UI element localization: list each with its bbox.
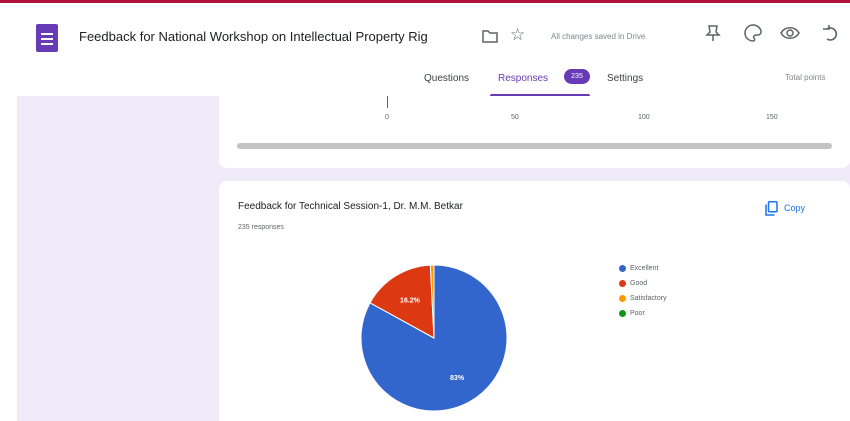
legend-color-dot — [619, 294, 626, 302]
copy-chart-button[interactable]: Copy — [765, 198, 805, 218]
star-icon[interactable]: ☆ — [510, 25, 525, 45]
legend-color-dot — [619, 309, 626, 317]
copy-icon — [765, 200, 778, 216]
question-title: Feedback for Technical Session-1, Dr. M.… — [238, 201, 463, 212]
horizontal-scrollbar[interactable] — [237, 143, 832, 149]
legend-item: Good — [619, 277, 667, 289]
previous-question-card: 0 50 100 150 — [219, 96, 850, 168]
question-card: Feedback for Technical Session-1, Dr. M.… — [219, 181, 850, 421]
legend-label: Excellent — [630, 264, 659, 272]
pie-slice-label: 16.2% — [400, 298, 421, 305]
customize-theme-icon[interactable] — [703, 23, 723, 43]
preview-eye-icon[interactable] — [780, 23, 800, 43]
pie-chart: 83% 16.2% — [360, 264, 508, 412]
total-points: Total points — [785, 73, 826, 82]
chart-axis-line — [387, 96, 388, 108]
chart-legend: Excellent Good Satisfactory Poor — [619, 262, 667, 322]
legend-label: Satisfactory — [630, 294, 667, 302]
undo-icon[interactable] — [820, 23, 840, 43]
legend-item: Satisfactory — [619, 292, 667, 304]
legend-label: Poor — [630, 309, 645, 317]
legend-item: Excellent — [619, 262, 667, 274]
save-status: All changes saved in Drive — [551, 32, 646, 41]
form-title[interactable]: Feedback for National Workshop on Intell… — [79, 29, 428, 44]
legend-color-dot — [619, 264, 626, 272]
top-bar: Feedback for National Workshop on Intell… — [0, 0, 850, 97]
axis-tick-label: 0 — [385, 114, 389, 121]
legend-label: Good — [630, 279, 648, 287]
palette-icon[interactable] — [743, 23, 763, 43]
legend-color-dot — [619, 279, 626, 287]
tab-responses[interactable]: Responses — [498, 73, 548, 84]
left-margin — [0, 96, 17, 421]
folder-icon[interactable] — [482, 29, 498, 43]
copy-label: Copy — [784, 203, 806, 213]
axis-tick-label: 150 — [766, 114, 778, 121]
tab-questions[interactable]: Questions — [424, 73, 469, 84]
legend-item: Poor — [619, 307, 667, 319]
pie-slice-label: 83% — [450, 375, 465, 382]
axis-tick-label: 100 — [638, 114, 650, 121]
axis-tick-label: 50 — [511, 114, 519, 121]
forms-logo-icon[interactable] — [36, 24, 58, 52]
responses-count-badge: 235 — [564, 69, 590, 84]
tab-settings[interactable]: Settings — [607, 73, 643, 84]
response-count: 235 responses — [238, 224, 284, 231]
